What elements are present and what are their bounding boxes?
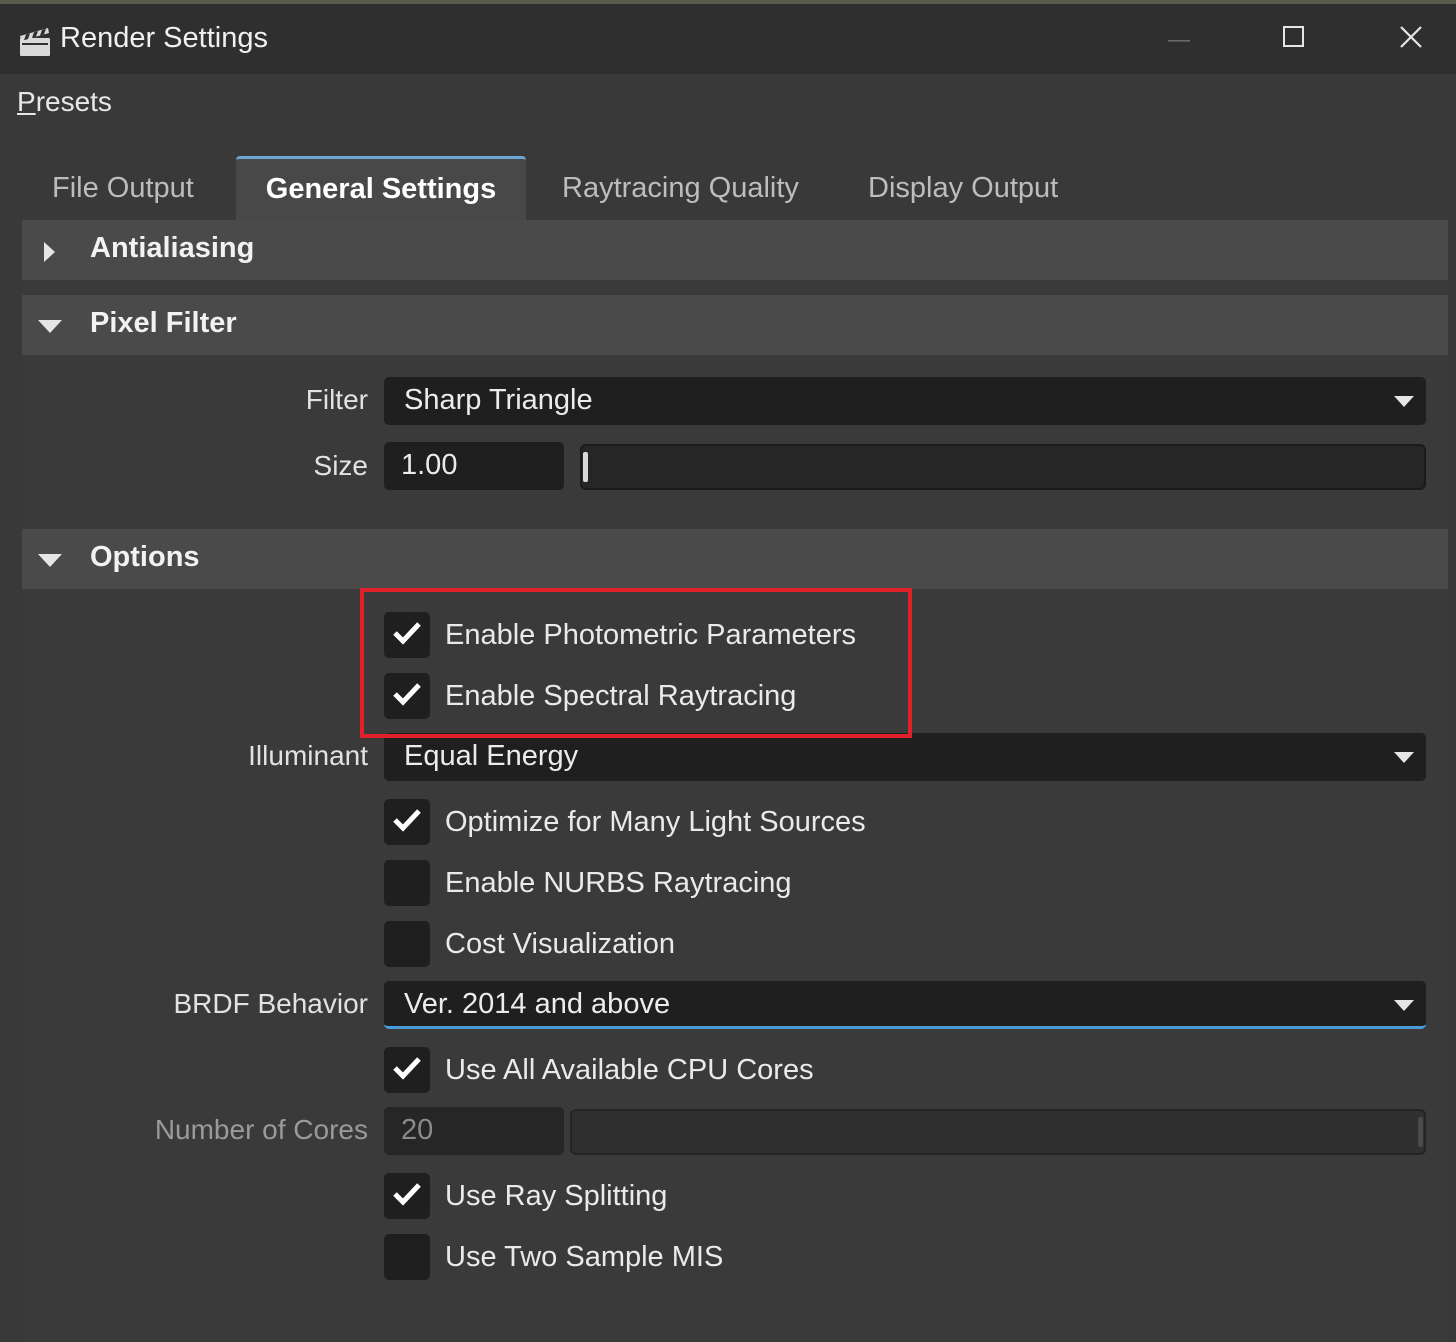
size-value: 1.00 xyxy=(401,449,458,481)
nurbs-checkbox[interactable] xyxy=(384,860,430,906)
close-button[interactable] xyxy=(1381,14,1441,64)
chevron-down-icon xyxy=(1394,395,1414,413)
tab-file-output[interactable]: File Output xyxy=(52,156,194,220)
tab-display-output[interactable]: Display Output xyxy=(868,156,1058,220)
maximize-button[interactable] xyxy=(1264,14,1324,64)
close-icon xyxy=(1398,24,1424,55)
checkmark-icon xyxy=(392,1181,422,1212)
cost-visualization-checkbox-row[interactable]: Cost Visualization xyxy=(384,920,675,968)
title-bar[interactable]: Render Settings xyxy=(0,4,1456,74)
filter-label: Filter xyxy=(305,384,368,415)
cores-input[interactable]: 20 xyxy=(384,1107,564,1155)
section-options-label: Options xyxy=(90,541,200,573)
brdf-value: Ver. 2014 and above xyxy=(404,988,671,1020)
size-label: Size xyxy=(313,450,368,481)
highlight-annotation-box xyxy=(360,588,912,738)
two-sample-mis-checkbox-row[interactable]: Use Two Sample MIS xyxy=(384,1233,723,1281)
collapse-arrow-icon xyxy=(38,320,62,339)
menu-presets-label: resets xyxy=(35,86,112,117)
many-lights-checkbox-row[interactable]: Optimize for Many Light Sources xyxy=(384,798,866,846)
checkmark-icon xyxy=(392,807,422,838)
cost-visualization-checkbox[interactable] xyxy=(384,921,430,967)
many-lights-checkbox[interactable] xyxy=(384,799,430,845)
general-settings-panel: Antialiasing Pixel Filter Filter Sharp T… xyxy=(22,220,1448,1342)
chevron-down-icon xyxy=(1394,999,1414,1017)
menu-presets-mnemonic: P xyxy=(17,86,36,117)
illuminant-dropdown[interactable]: Equal Energy xyxy=(384,733,1426,781)
clapperboard-icon xyxy=(18,24,52,58)
ray-splitting-checkbox[interactable] xyxy=(384,1173,430,1219)
all-cores-checkbox-row[interactable]: Use All Available CPU Cores xyxy=(384,1046,814,1094)
size-slider-handle[interactable] xyxy=(583,452,588,482)
illuminant-value: Equal Energy xyxy=(404,740,579,772)
collapse-arrow-icon xyxy=(38,554,62,573)
brdf-dropdown[interactable]: Ver. 2014 and above xyxy=(384,981,1426,1029)
checkmark-icon xyxy=(392,1055,422,1086)
cores-label: Number of Cores xyxy=(154,1114,368,1145)
two-sample-mis-checkbox[interactable] xyxy=(384,1234,430,1280)
section-antialiasing-label: Antialiasing xyxy=(90,232,255,264)
menu-bar: Presets xyxy=(0,74,1456,134)
cores-slider-handle[interactable] xyxy=(1418,1117,1423,1147)
menu-presets[interactable]: Presets xyxy=(17,86,112,118)
filter-value: Sharp Triangle xyxy=(404,384,593,416)
illuminant-label: Illuminant xyxy=(248,740,368,771)
many-lights-label: Optimize for Many Light Sources xyxy=(445,805,866,838)
window-title: Render Settings xyxy=(60,22,268,54)
ray-splitting-label: Use Ray Splitting xyxy=(445,1179,668,1212)
tab-general-settings[interactable]: General Settings xyxy=(236,156,526,220)
section-options[interactable]: Options xyxy=(22,529,1448,589)
size-input[interactable]: 1.00 xyxy=(384,442,564,490)
size-slider[interactable] xyxy=(580,444,1426,490)
all-cores-label: Use All Available CPU Cores xyxy=(445,1053,814,1086)
two-sample-mis-label: Use Two Sample MIS xyxy=(445,1240,724,1273)
all-cores-checkbox[interactable] xyxy=(384,1047,430,1093)
cost-visualization-label: Cost Visualization xyxy=(445,927,675,960)
nurbs-checkbox-row[interactable]: Enable NURBS Raytracing xyxy=(384,859,792,907)
filter-dropdown[interactable]: Sharp Triangle xyxy=(384,377,1426,425)
maximize-icon xyxy=(1282,25,1306,54)
brdf-label: BRDF Behavior xyxy=(173,988,368,1019)
tab-bar: File Output General Settings Raytracing … xyxy=(22,156,1448,220)
minimize-button[interactable] xyxy=(1150,14,1210,64)
cores-slider[interactable] xyxy=(570,1109,1426,1155)
chevron-down-icon xyxy=(1394,751,1414,769)
section-pixel-filter-label: Pixel Filter xyxy=(90,307,237,339)
section-pixel-filter[interactable]: Pixel Filter xyxy=(22,295,1448,355)
section-antialiasing[interactable]: Antialiasing xyxy=(22,220,1448,280)
expand-arrow-icon xyxy=(42,242,56,267)
minimize-icon xyxy=(1168,30,1192,48)
nurbs-label: Enable NURBS Raytracing xyxy=(445,866,792,899)
tab-raytracing-quality[interactable]: Raytracing Quality xyxy=(562,156,799,220)
cores-value: 20 xyxy=(401,1114,434,1146)
ray-splitting-checkbox-row[interactable]: Use Ray Splitting xyxy=(384,1172,667,1220)
render-settings-window: Render Settings Presets File Output Gene… xyxy=(0,0,1456,1342)
